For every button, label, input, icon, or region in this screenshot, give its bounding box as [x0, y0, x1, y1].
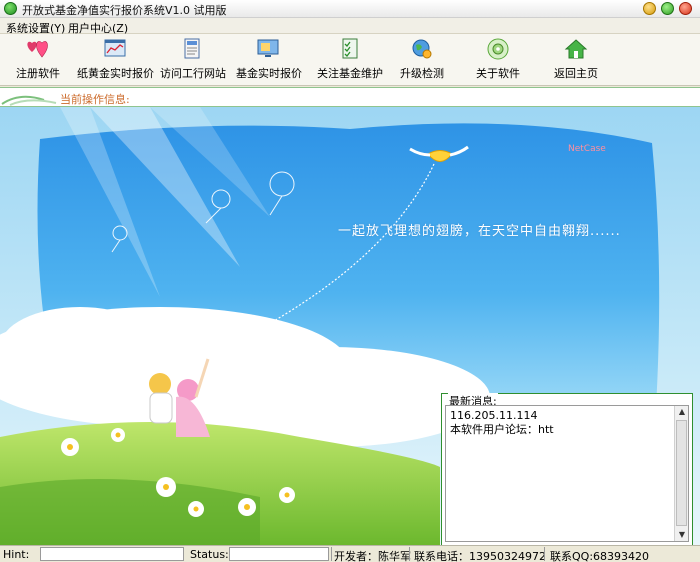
news-scrollbar[interactable]: ▲ ▼: [674, 406, 688, 541]
scroll-up-icon[interactable]: ▲: [677, 407, 687, 417]
status-label: Status:: [190, 548, 229, 561]
main-scene: NetCase 一起放飞理想的翅膀，在天空中自由翱翔...... 最新消息: 1…: [0, 107, 700, 545]
chart-window-icon: [104, 39, 126, 57]
news-panel: 最新消息: 116.205.11.114 本软件用户论坛：htt ▲ ▼: [441, 393, 693, 545]
menu-bar: 系统设置(Y) 用户中心(Z): [0, 18, 700, 35]
paper-gold-quote-label: 纸黄金实时报价: [77, 67, 154, 80]
home-icon: [564, 39, 588, 59]
watch-fund-maintenance-label: 关注基金维护: [317, 67, 383, 80]
status-field: [229, 547, 329, 561]
app-icon: [4, 2, 17, 15]
netcase-watermark: NetCase: [568, 144, 606, 154]
toolbar: 注册软件 纸黄金实时报价 访问工行网站 基金实时报价 关注基金维护 升级检测 关…: [0, 34, 700, 86]
upgrade-check-label: 升级检测: [400, 67, 444, 80]
paper-gold-quote-button[interactable]: 纸黄金实时报价: [77, 37, 154, 83]
close-button[interactable]: [679, 2, 692, 15]
register-button[interactable]: 注册软件: [14, 37, 62, 83]
checklist-icon: [342, 38, 358, 59]
hearts-icon: [27, 41, 48, 58]
hint-label: Hint:: [3, 548, 30, 561]
visit-icbc-button[interactable]: 访问工行网站: [160, 37, 226, 83]
status-separator: [331, 547, 332, 561]
watch-fund-maintenance-button[interactable]: 关注基金维护: [312, 37, 388, 83]
operation-info-label: 当前操作信息:: [60, 93, 130, 106]
news-line: 本软件用户论坛：htt: [450, 423, 554, 436]
scroll-down-icon[interactable]: ▼: [677, 530, 687, 540]
contact-qq: 联系QQ:68393420: [550, 550, 650, 562]
developer-info: 开发者：陈华军: [334, 550, 411, 562]
operation-info-bar: 当前操作信息:: [0, 87, 700, 107]
globe-update-icon: [412, 39, 432, 59]
maximize-button[interactable]: [661, 2, 674, 15]
window-title: 开放式基金净值实行报价系统V1.0 试用版: [22, 4, 227, 17]
status-separator: [409, 547, 410, 561]
scene-slogan: 一起放飞理想的翅膀，在天空中自由翱翔......: [338, 224, 621, 239]
fund-quote-button[interactable]: 基金实时报价: [236, 37, 302, 83]
about-label: 关于软件: [476, 67, 520, 80]
document-icon: [184, 38, 200, 59]
minimize-button[interactable]: [643, 2, 656, 15]
visit-icbc-label: 访问工行网站: [160, 67, 226, 80]
fund-quote-label: 基金实时报价: [236, 67, 302, 80]
disc-icon: [487, 38, 509, 60]
leaf-decoration-icon: [1, 95, 57, 106]
about-button[interactable]: 关于软件: [474, 37, 522, 83]
news-textarea[interactable]: 116.205.11.114 本软件用户论坛：htt ▲ ▼: [445, 405, 689, 542]
contact-phone: 联系电话：13950324972: [414, 550, 546, 562]
hint-field: [40, 547, 184, 561]
monitor-icon: [257, 39, 279, 57]
home-label: 返回主页: [554, 67, 598, 80]
register-label: 注册软件: [16, 67, 60, 80]
home-button[interactable]: 返回主页: [552, 37, 600, 83]
title-bar: 开放式基金净值实行报价系统V1.0 试用版: [0, 0, 700, 18]
scroll-thumb[interactable]: [676, 420, 687, 526]
status-bar: Hint: Status: 开发者：陈华军 联系电话：13950324972 联…: [0, 545, 700, 562]
status-separator: [544, 547, 545, 561]
upgrade-check-button[interactable]: 升级检测: [398, 37, 446, 83]
